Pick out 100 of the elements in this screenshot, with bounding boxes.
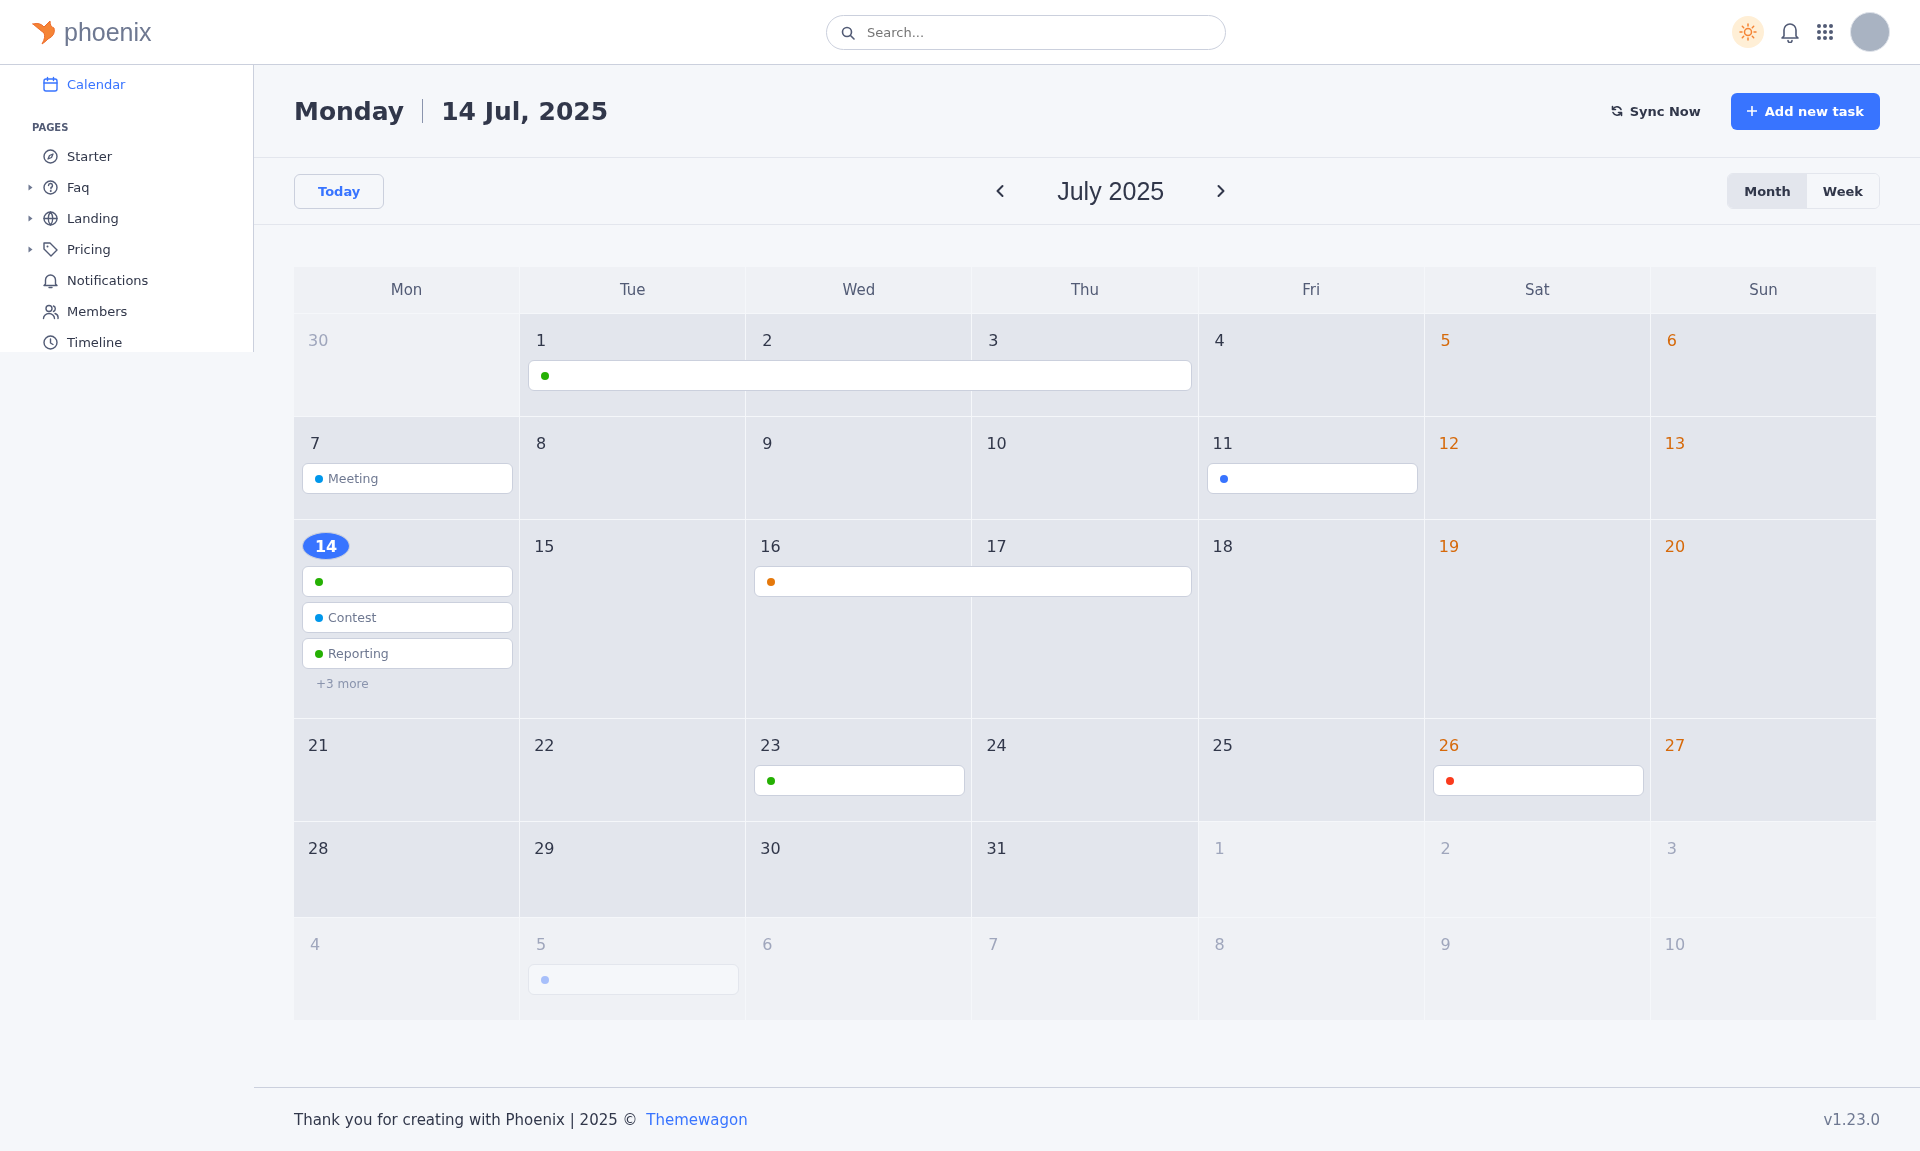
date-number: 1 [1213, 837, 1226, 860]
tag-icon [42, 241, 59, 258]
footer-text: Thank you for creating with Phoenix | 2025 © Themewagon [294, 1110, 748, 1129]
sidebar-item[interactable]: Notifications [0, 265, 253, 296]
calendar-icon [42, 76, 59, 93]
apps-grid-icon[interactable] [1816, 23, 1834, 41]
date-number: 17 [986, 535, 1007, 558]
event-chip[interactable] [528, 360, 1192, 391]
bell-icon[interactable] [1780, 21, 1800, 43]
add-task-button[interactable]: Add new task [1730, 92, 1880, 130]
date-number: 9 [761, 432, 774, 455]
today-date-badge: 14 [302, 532, 350, 560]
sidebar-item[interactable]: Calendar [0, 69, 253, 100]
sidebar-item[interactable]: Timeline [0, 327, 253, 358]
theme-toggle-button[interactable] [1732, 16, 1764, 48]
event-chip[interactable]: Reporting [302, 638, 514, 669]
chevron-left-icon [995, 184, 1006, 198]
date-number: 25 [1212, 734, 1233, 757]
sidebar-item[interactable]: Landing [0, 203, 253, 234]
themewagon-link[interactable]: Themewagon [646, 1110, 748, 1129]
avatar[interactable] [1850, 12, 1890, 52]
date-number: 30 [308, 329, 329, 352]
month-title: July 2025 [1057, 176, 1165, 206]
bell-icon [42, 272, 59, 289]
date-number: 21 [308, 734, 329, 757]
weekday-header: Mon [294, 267, 521, 313]
date-number: 31 [986, 837, 1007, 860]
sidebar-item[interactable]: Members [0, 296, 253, 327]
date-number: 26 [1438, 734, 1460, 757]
date-number: 11 [1212, 432, 1233, 455]
sidebar-item[interactable]: Faq [0, 172, 253, 203]
sidebar-item[interactable]: Pricing [0, 234, 253, 265]
date-number: 4 [308, 933, 322, 956]
date-number: 16 [760, 535, 781, 558]
date-number: 27 [1664, 734, 1686, 757]
date-number: 9 [1439, 933, 1452, 956]
date-title: 14 Jul, 2025 [441, 96, 609, 126]
event-chip[interactable] [1432, 765, 1644, 796]
date-number: 6 [1665, 329, 1678, 352]
weekday-header: Fri [1198, 267, 1425, 313]
date-number: 19 [1438, 535, 1460, 558]
date-number: 24 [986, 734, 1007, 757]
logo-text: phoenix [64, 17, 152, 47]
event-chip[interactable] [754, 765, 966, 796]
date-number: 2 [1439, 837, 1452, 860]
caret-icon [28, 215, 33, 222]
date-number: 12 [1438, 432, 1460, 455]
refresh-icon [1610, 105, 1623, 117]
date-number: 3 [1665, 837, 1678, 860]
event-chip[interactable]: Meeting [302, 463, 514, 494]
date-number: 15 [534, 535, 555, 558]
event-chip[interactable] [528, 964, 740, 995]
event-chip[interactable]: Contest [302, 602, 514, 633]
question-circle-icon [42, 179, 59, 196]
sidebar-item[interactable]: Starter [0, 141, 253, 172]
chevron-right-icon [1216, 184, 1227, 198]
date-number: 3 [987, 329, 1000, 352]
event-chip[interactable] [302, 566, 514, 597]
section-heading: PAGES [31, 121, 70, 135]
date-number: 18 [1212, 535, 1233, 558]
weekday-header: Wed [746, 267, 973, 313]
date-number: 5 [535, 933, 548, 956]
date-number: 4 [1213, 329, 1226, 352]
caret-icon [28, 246, 33, 253]
date-number: 29 [534, 837, 555, 860]
clock-icon [42, 334, 59, 351]
version-text: v1.23.0 [1823, 1110, 1880, 1129]
weekday-title: Monday [294, 96, 405, 126]
today-button[interactable]: Today [294, 173, 385, 209]
date-number: 10 [986, 432, 1007, 455]
date-number: 7 [308, 432, 322, 455]
date-number: 10 [1664, 933, 1686, 956]
weekday-header: Sat [1424, 267, 1651, 313]
date-number: 22 [534, 734, 555, 757]
weekday-header: Tue [520, 267, 747, 313]
date-number: 8 [1213, 933, 1226, 956]
view-tab[interactable]: Month [1728, 174, 1807, 208]
users-icon [42, 303, 59, 320]
date-number: 5 [1439, 329, 1452, 352]
date-number: 28 [308, 837, 329, 860]
compass-icon [42, 148, 59, 165]
event-chip[interactable] [1206, 463, 1418, 494]
date-number: 20 [1664, 535, 1686, 558]
search-field[interactable]: Search... [826, 14, 1226, 50]
search-icon [841, 25, 855, 40]
date-number: 8 [535, 432, 548, 455]
bird-logo-icon [30, 19, 58, 45]
plus-icon [1746, 106, 1757, 116]
event-chip[interactable] [754, 566, 1192, 597]
date-number: 7 [987, 933, 1000, 956]
weekday-header: Sun [1650, 267, 1877, 313]
sync-button[interactable]: Sync Now [1604, 102, 1707, 120]
date-number: 6 [761, 933, 774, 956]
date-number: 13 [1664, 432, 1686, 455]
date-number: 1 [535, 329, 548, 352]
globe-icon [42, 210, 59, 227]
caret-icon [28, 184, 33, 191]
sun-icon [1739, 23, 1757, 41]
date-number: 30 [760, 837, 781, 860]
date-number: 2 [761, 329, 774, 352]
